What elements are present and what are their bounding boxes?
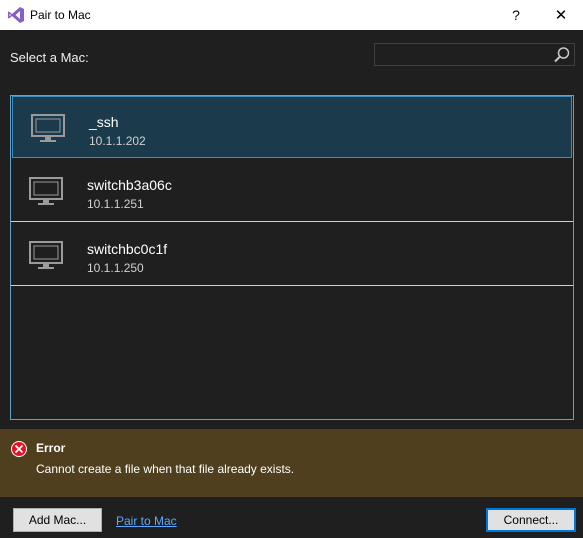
add-mac-button[interactable]: Add Mac... (13, 508, 102, 532)
search-box[interactable] (374, 43, 575, 66)
search-icon[interactable] (553, 46, 571, 64)
mac-ip: 10.1.1.250 (87, 261, 144, 275)
mac-ip: 10.1.1.251 (87, 197, 144, 211)
window-title: Pair to Mac (30, 8, 91, 22)
mac-list[interactable]: _ssh 10.1.1.202 switchb3a06c 10.1.1.251 … (10, 95, 574, 420)
search-input[interactable] (379, 46, 553, 65)
mac-item-switchbc0c1f[interactable]: switchbc0c1f 10.1.1.250 (11, 224, 573, 286)
error-panel: Error Cannot create a file when that fil… (0, 429, 583, 497)
error-title: Error (36, 441, 66, 455)
error-message: Cannot create a file when that file alre… (36, 462, 295, 476)
close-button[interactable]: ✕ (541, 0, 581, 30)
mac-item-ssh[interactable]: _ssh 10.1.1.202 (12, 96, 572, 158)
visual-studio-logo-icon (8, 7, 24, 23)
select-mac-label: Select a Mac: (10, 50, 89, 65)
pair-to-mac-link[interactable]: Pair to Mac (116, 514, 177, 528)
title-bar: Pair to Mac ? ✕ (0, 0, 583, 30)
computer-monitor-icon (29, 177, 63, 205)
help-button[interactable]: ? (496, 0, 536, 30)
computer-monitor-icon (29, 241, 63, 269)
mac-name: _ssh (89, 114, 119, 130)
error-icon (11, 441, 27, 457)
mac-name: switchbc0c1f (87, 241, 168, 257)
connect-button[interactable]: Connect... (486, 508, 576, 532)
computer-monitor-icon (31, 114, 65, 142)
mac-name: switchb3a06c (87, 177, 172, 193)
mac-ip: 10.1.1.202 (89, 134, 146, 148)
mac-item-switchb3a06c[interactable]: switchb3a06c 10.1.1.251 (11, 160, 573, 222)
